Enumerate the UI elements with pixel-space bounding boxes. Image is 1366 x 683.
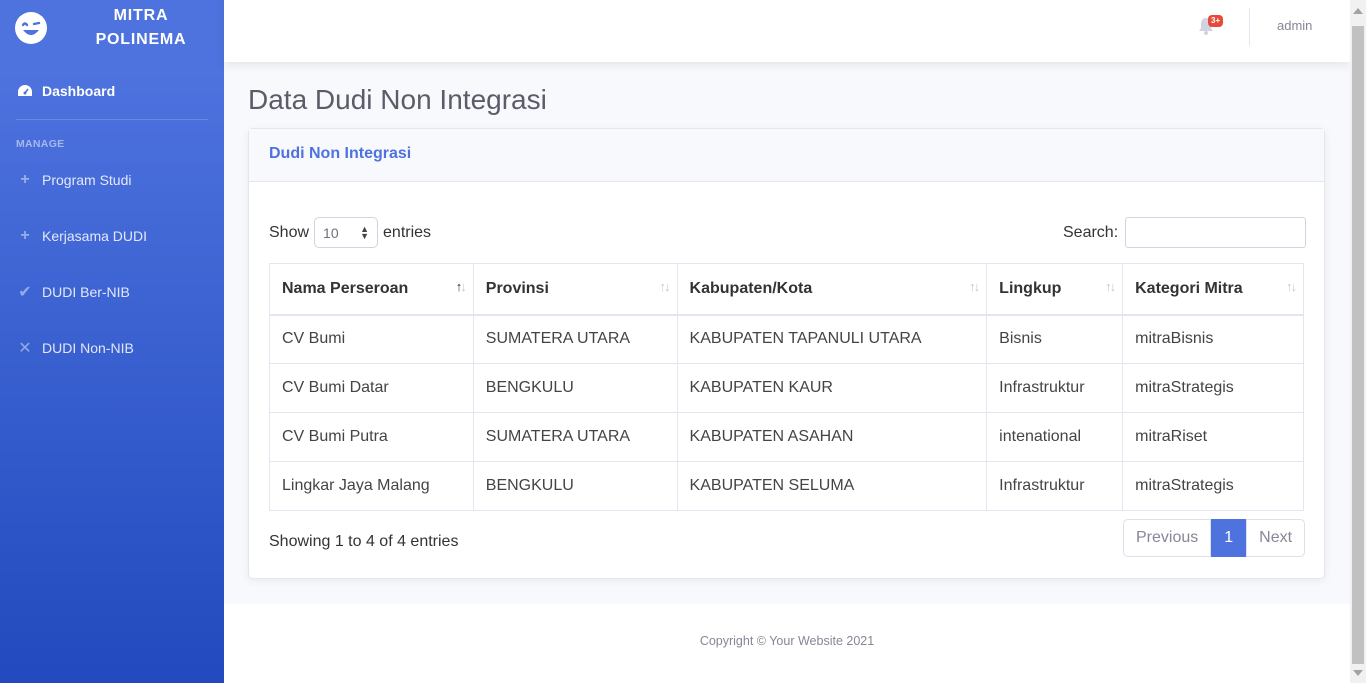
data-card: Dudi Non Integrasi Show 10 ▲ ▼ entries Se… (248, 128, 1325, 579)
next-button[interactable]: Next (1246, 519, 1306, 557)
entries-select-value: 10 (323, 224, 339, 241)
sidebar-item-dudi-non-nib[interactable]: ✕ DUDI Non-NIB (0, 320, 224, 376)
select-arrows-icon: ▲ ▼ (360, 223, 370, 241)
table-row: CV Bumi SUMATERA UTARA KABUPATEN TAPANUL… (269, 314, 1304, 364)
sort-icon: ↑↓ (969, 279, 980, 294)
sort-icon: ↑↓ (659, 279, 671, 294)
data-table: Nama Perseroan ↑↓ Provinsi ↑↓ Kabupaten/… (269, 263, 1304, 511)
sort-icon: ↑↓ (1105, 279, 1116, 294)
previous-button[interactable]: Previous (1123, 519, 1212, 557)
brand-line-2: POLINEMA (95, 31, 187, 48)
laugh-wink-icon (15, 12, 47, 44)
cell-lingkup: Infrastruktur (986, 363, 1124, 413)
sidebar: MITRA POLINEMA Dashboard MANAGE + Progra… (0, 0, 224, 683)
cell-kabupaten-kota: KABUPATEN TAPANULI UTARA (676, 314, 988, 364)
table-row: CV Bumi Putra SUMATERA UTARA KABUPATEN A… (269, 412, 1304, 462)
search-control: Search: (1063, 217, 1307, 248)
search-input[interactable] (1125, 217, 1307, 248)
cell-provinsi: BENGKULU (472, 461, 678, 511)
cell-nama-perseroan: CV Bumi Datar (269, 363, 474, 413)
footer: Copyright © Your Website 2021 (224, 604, 1350, 683)
pagination: Previous 1 Next (1123, 519, 1306, 557)
topbar-divider (1249, 8, 1250, 46)
copyright-text: Copyright © Your Website 2021 (699, 634, 875, 648)
topbar: 3+ admin (224, 0, 1350, 62)
sidebar-brand[interactable]: MITRA POLINEMA (0, 0, 224, 56)
sidebar-item-program-studi[interactable]: + Program Studi (0, 152, 224, 208)
cell-nama-perseroan: CV Bumi Putra (269, 412, 474, 462)
cell-kategori-mitra: mitraStrategis (1122, 363, 1304, 413)
cell-kabupaten-kota: KABUPATEN SELUMA (676, 461, 988, 511)
user-name[interactable]: admin (1277, 18, 1312, 33)
scroll-down-icon[interactable] (1353, 670, 1363, 676)
cell-lingkup: Bisnis (986, 314, 1124, 364)
search-label: Search: (1063, 223, 1119, 241)
column-header-kategori-mitra[interactable]: Kategori Mitra ↑↓ (1122, 263, 1304, 316)
show-label: Show (269, 223, 310, 241)
cell-nama-perseroan: Lingkar Jaya Malang (269, 461, 474, 511)
sidebar-heading: MANAGE (16, 138, 65, 150)
table-header-row: Nama Perseroan ↑↓ Provinsi ↑↓ Kabupaten/… (269, 263, 1304, 316)
sidebar-item-kerjasama-dudi[interactable]: + Kerjasama DUDI (0, 208, 224, 264)
cell-kategori-mitra: mitraBisnis (1122, 314, 1304, 364)
page-title: Data Dudi Non Integrasi (248, 84, 547, 115)
tachometer-icon (16, 82, 34, 100)
page-1-button[interactable]: 1 (1211, 519, 1247, 557)
entries-select[interactable]: 10 ▲ ▼ (314, 217, 379, 248)
sidebar-item-label: Program Studi (42, 172, 132, 188)
table-row: CV Bumi Datar BENGKULU KABUPATEN KAUR In… (269, 363, 1304, 413)
scrollbar-thumb[interactable] (1352, 26, 1364, 664)
sidebar-item-dashboard[interactable]: Dashboard (0, 63, 224, 119)
sidebar-item-label: Dashboard (42, 83, 116, 99)
brand-line-1: MITRA (113, 7, 169, 24)
alerts-badge: 3+ (1208, 15, 1224, 27)
cell-kabupaten-kota: KABUPATEN ASAHAN (676, 412, 988, 462)
table-row: Lingkar Jaya Malang BENGKULU KABUPATEN S… (269, 461, 1304, 511)
cell-provinsi: SUMATERA UTARA (472, 314, 678, 364)
card-title: Dudi Non Integrasi (249, 129, 1324, 182)
sidebar-item-label: DUDI Non-NIB (42, 340, 134, 356)
sidebar-item-label: DUDI Ber-NIB (42, 284, 130, 300)
scroll-up-icon[interactable] (1353, 8, 1363, 14)
plus-icon: + (20, 171, 30, 188)
entries-label: entries (383, 223, 432, 241)
entries-length-control: Show 10 ▲ ▼ entries (269, 217, 431, 248)
check-icon: ✔ (18, 284, 32, 301)
cell-kategori-mitra: mitraRiset (1122, 412, 1304, 462)
cell-kategori-mitra: mitraStrategis (1122, 461, 1304, 511)
cell-nama-perseroan: CV Bumi (269, 314, 474, 364)
cell-kabupaten-kota: KABUPATEN KAUR (676, 363, 988, 413)
table-info: Showing 1 to 4 of 4 entries (269, 533, 459, 550)
times-icon: ✕ (18, 340, 32, 357)
cell-provinsi: SUMATERA UTARA (472, 412, 678, 462)
sort-icon: ↑↓ (455, 279, 467, 294)
cell-lingkup: intenational (986, 412, 1124, 462)
column-header-kabupaten-kota[interactable]: Kabupaten/Kota ↑↓ (676, 263, 988, 316)
cell-lingkup: Infrastruktur (986, 461, 1124, 511)
column-header-provinsi[interactable]: Provinsi ↑↓ (472, 263, 678, 316)
plus-icon: + (20, 227, 30, 244)
sort-icon: ↑↓ (1286, 279, 1297, 294)
sidebar-item-label: Kerjasama DUDI (42, 228, 148, 244)
column-header-nama-perseroan[interactable]: Nama Perseroan ↑↓ (269, 263, 474, 316)
sidebar-item-dudi-ber-nib[interactable]: ✔ DUDI Ber-NIB (0, 264, 224, 320)
column-header-lingkup[interactable]: Lingkup ↑↓ (986, 263, 1124, 316)
cell-provinsi: BENGKULU (472, 363, 678, 413)
